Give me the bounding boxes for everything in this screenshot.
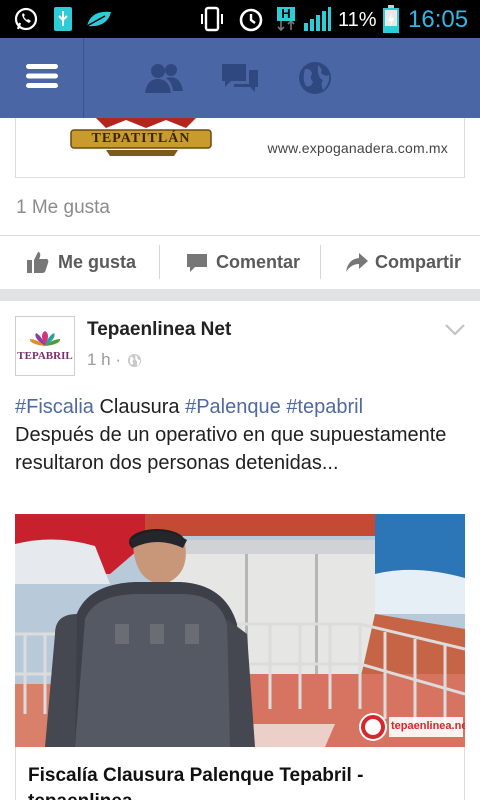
usb-icon	[52, 6, 74, 32]
menu-button[interactable]	[0, 38, 84, 118]
expo-logo: TEPATITLÁN	[66, 118, 221, 166]
post-timestamp[interactable]: 1 h ·	[87, 350, 142, 370]
post-body: Después de un operativo en que supuestam…	[15, 424, 447, 474]
menu-icon	[24, 61, 60, 96]
status-bar: H 11% 16:05	[0, 0, 480, 38]
action-bar: Me gusta Comentar Compartir	[0, 235, 480, 289]
likes-count[interactable]: 1 Me gusta	[16, 197, 110, 219]
leaf-icon	[84, 6, 114, 32]
comment-icon	[186, 251, 208, 273]
flower-logo-icon	[29, 331, 61, 346]
action-divider	[320, 245, 321, 279]
notifications-globe-icon[interactable]	[295, 60, 335, 96]
battery-percent: 11%	[338, 9, 377, 31]
share-icon	[345, 251, 369, 273]
ad-card[interactable]: TEPATITLÁN www.expoganadera.com.mx	[15, 118, 465, 178]
network-label: H	[277, 7, 295, 21]
officer-photo	[15, 514, 465, 747]
ad-logo-text: TEPATITLÁN	[91, 131, 191, 146]
thumbs-up-icon	[26, 250, 50, 274]
page-name-link[interactable]: Tepaenlinea Net	[87, 319, 231, 341]
public-globe-icon	[127, 353, 142, 368]
hashtag-link[interactable]: #Fiscalia	[15, 396, 94, 418]
like-button[interactable]: Me gusta	[26, 236, 136, 288]
image-watermark: tepaenlinea.net	[391, 720, 465, 732]
page-avatar[interactable]: TEPABRIL	[15, 316, 75, 376]
link-preview-image[interactable]: tepaenlinea.net	[15, 514, 465, 747]
ad-url[interactable]: www.expoganadera.com.mx	[268, 140, 448, 156]
share-label: Compartir	[375, 251, 462, 272]
news-feed[interactable]: TEPATITLÁN www.expoganadera.com.mx 1 Me …	[0, 118, 480, 800]
post-text: #Fiscalia Clausura #Palenque #tepabril D…	[15, 393, 465, 477]
link-preview-card[interactable]: Fiscalía Clausura Palenque Tepabril - te…	[15, 747, 465, 800]
comment-label: Comentar	[216, 251, 301, 272]
network-h-icon: H	[274, 6, 298, 32]
clock: 16:05	[408, 6, 469, 33]
battery-charging-icon	[382, 5, 400, 33]
share-button[interactable]: Compartir	[345, 236, 461, 288]
messages-icon[interactable]	[220, 60, 260, 96]
chevron-down-icon[interactable]	[444, 323, 466, 337]
hashtag-link[interactable]: #tepabril	[286, 396, 363, 418]
link-title: Fiscalía Clausura Palenque Tepabril - te…	[28, 765, 364, 800]
comment-button[interactable]: Comentar	[186, 236, 300, 288]
action-divider	[159, 245, 160, 279]
signal-icon	[302, 6, 332, 32]
app-header	[0, 38, 480, 118]
story-divider	[0, 289, 480, 301]
like-label: Me gusta	[58, 251, 137, 272]
post-time-text: 1 h ·	[87, 350, 122, 369]
post-word: Clausura	[99, 396, 180, 418]
avatar-text: TEPABRIL	[17, 350, 73, 362]
friend-requests-icon[interactable]	[144, 60, 184, 96]
whatsapp-icon	[12, 6, 40, 32]
hashtag-link[interactable]: #Palenque	[185, 396, 281, 418]
post-story: TEPABRIL Tepaenlinea Net 1 h · #Fiscalia…	[0, 301, 480, 800]
alarm-icon	[236, 6, 266, 32]
vibrate-icon	[198, 6, 226, 32]
